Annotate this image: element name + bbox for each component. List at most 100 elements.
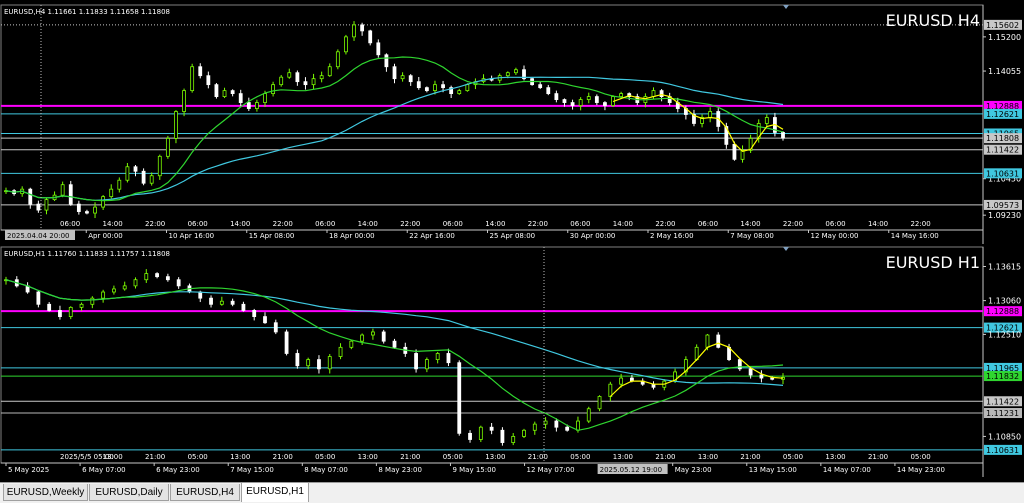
tab-eurusd-h1[interactable]: EURUSD,H1 — [241, 483, 309, 502]
price-tick-label: 1.14055 — [988, 67, 1021, 76]
candle-body — [76, 203, 81, 212]
candle-body — [222, 90, 227, 97]
candle-body — [255, 102, 259, 109]
candle-body — [424, 87, 429, 92]
price-label: 1.11422 — [986, 397, 1019, 406]
candle-body — [468, 432, 472, 440]
candle-body — [344, 36, 348, 53]
price-tick-label: 1.12510 — [988, 330, 1021, 339]
candle-body — [732, 143, 737, 160]
price-label: 1.15602 — [986, 21, 1019, 30]
candle-body — [176, 279, 181, 287]
moving-average-mid — [5, 279, 784, 431]
candle-body — [144, 273, 149, 281]
price-label: 1.12621 — [986, 110, 1019, 119]
candle-body — [384, 54, 389, 68]
x-subtick-label: 14:00 — [740, 220, 760, 228]
candle-body — [209, 297, 213, 305]
candle-body — [284, 331, 289, 354]
x-subtick-label: 06:00 — [315, 220, 335, 228]
candle-body — [241, 303, 246, 311]
x-tick-label: 25 Apr 08:00 — [490, 232, 536, 240]
candle-body — [90, 297, 95, 305]
candle-body — [514, 69, 518, 74]
candle-body — [327, 66, 332, 77]
candle-body — [122, 285, 127, 290]
candle-body — [68, 306, 73, 317]
x-tick-label: 2 May 16:00 — [650, 232, 694, 240]
tab-eurusd-weekly[interactable]: EURUSD,Weekly — [3, 484, 88, 501]
price-label: 1.11808 — [986, 134, 1019, 143]
candle-body — [60, 184, 65, 196]
charts-canvas: 1.156021.152001.140551.128881.126211.119… — [0, 4, 1022, 477]
candle-body — [133, 279, 138, 287]
candle-body — [93, 206, 97, 214]
candle-body — [500, 429, 505, 443]
chart-pane-h4[interactable]: 1.156021.152001.140551.128881.126211.119… — [0, 4, 1022, 244]
candle-body — [532, 423, 537, 431]
candle-body — [174, 111, 178, 139]
candle-body — [457, 362, 462, 434]
x-tick-label: 9 May 15:00 — [452, 466, 496, 474]
candle-body — [538, 84, 543, 89]
candle-body — [651, 90, 656, 97]
x-tick-label: 14 May 23:00 — [897, 466, 945, 474]
candle-body — [659, 90, 664, 97]
candle-body — [414, 353, 418, 370]
candle-body — [79, 303, 84, 308]
tab-eurusd-h4[interactable]: EURUSD,H4 — [170, 484, 240, 501]
candle-body — [101, 291, 106, 299]
candle-body — [230, 90, 235, 95]
candle-body — [594, 96, 599, 103]
x-tick-label: 7 May 08:00 — [730, 232, 774, 240]
x-subtick-label: 05:00 — [443, 453, 463, 461]
x-tick-label: 10 Apr 16:00 — [169, 232, 215, 240]
candle-body — [149, 175, 154, 184]
x-subtick-label: 21:00 — [400, 453, 420, 461]
x-subtick-label: 14:00 — [613, 220, 633, 228]
candle-body — [381, 331, 386, 342]
candle-body — [36, 291, 41, 305]
x-subtick-label: 22:00 — [273, 220, 293, 228]
candle-body — [279, 76, 284, 86]
x-tick-label: 15 Apr 08:00 — [249, 232, 295, 240]
candle-body — [400, 75, 405, 80]
x-tick-label: 8 May 23:00 — [378, 466, 422, 474]
chart-title: EURUSD H1 — [886, 253, 980, 272]
candle-body — [303, 81, 308, 86]
candle-body — [271, 84, 275, 95]
x-subtick-label: 05:00 — [783, 453, 803, 461]
x-subtick-label: 21:00 — [868, 453, 888, 461]
candle-body — [554, 93, 559, 100]
x-tick-label: 12 May 07:00 — [527, 466, 575, 474]
x-subtick-label: 13:00 — [103, 453, 123, 461]
candle-body — [608, 383, 613, 397]
x-tick-label: 6 May 07:00 — [82, 466, 126, 474]
x-tick-label: 18 Apr 00:00 — [329, 232, 375, 240]
x-tick-label: 5 May 2025 — [8, 466, 49, 474]
price-tick-label: 1.13060 — [988, 297, 1021, 306]
candle-body — [198, 66, 203, 77]
candle-body — [392, 340, 397, 348]
candle-body — [424, 359, 429, 370]
x-tick-label: 13 May 15:00 — [749, 466, 797, 474]
price-tick-label: 1.09230 — [988, 211, 1021, 220]
tab-eurusd-daily[interactable]: EURUSD,Daily — [89, 484, 169, 501]
shift-marker — [783, 247, 789, 251]
candle-body — [759, 374, 764, 379]
candle-body — [603, 102, 607, 106]
x-subtick-label: 14:00 — [358, 220, 378, 228]
candle-body — [586, 408, 591, 422]
x-tick-label: 8 May 07:00 — [304, 466, 348, 474]
candle-body — [433, 84, 437, 92]
candle-body — [565, 426, 570, 431]
candle-body — [576, 420, 580, 431]
price-tick-label: 1.10850 — [988, 432, 1021, 441]
shift-marker — [783, 5, 789, 9]
candle-body — [505, 72, 510, 77]
chart-pane-h1[interactable]: 1.136151.130601.128881.126211.125101.119… — [0, 246, 1022, 477]
x-subtick-label: 05:00 — [188, 453, 208, 461]
x-tick-label: 12 May 00:00 — [811, 232, 859, 240]
x-tick-label: Apr 00:00 — [88, 232, 123, 240]
chart-header: EURUSD,H4 1.11661 1.11833 1.11658 1.1180… — [4, 8, 170, 16]
